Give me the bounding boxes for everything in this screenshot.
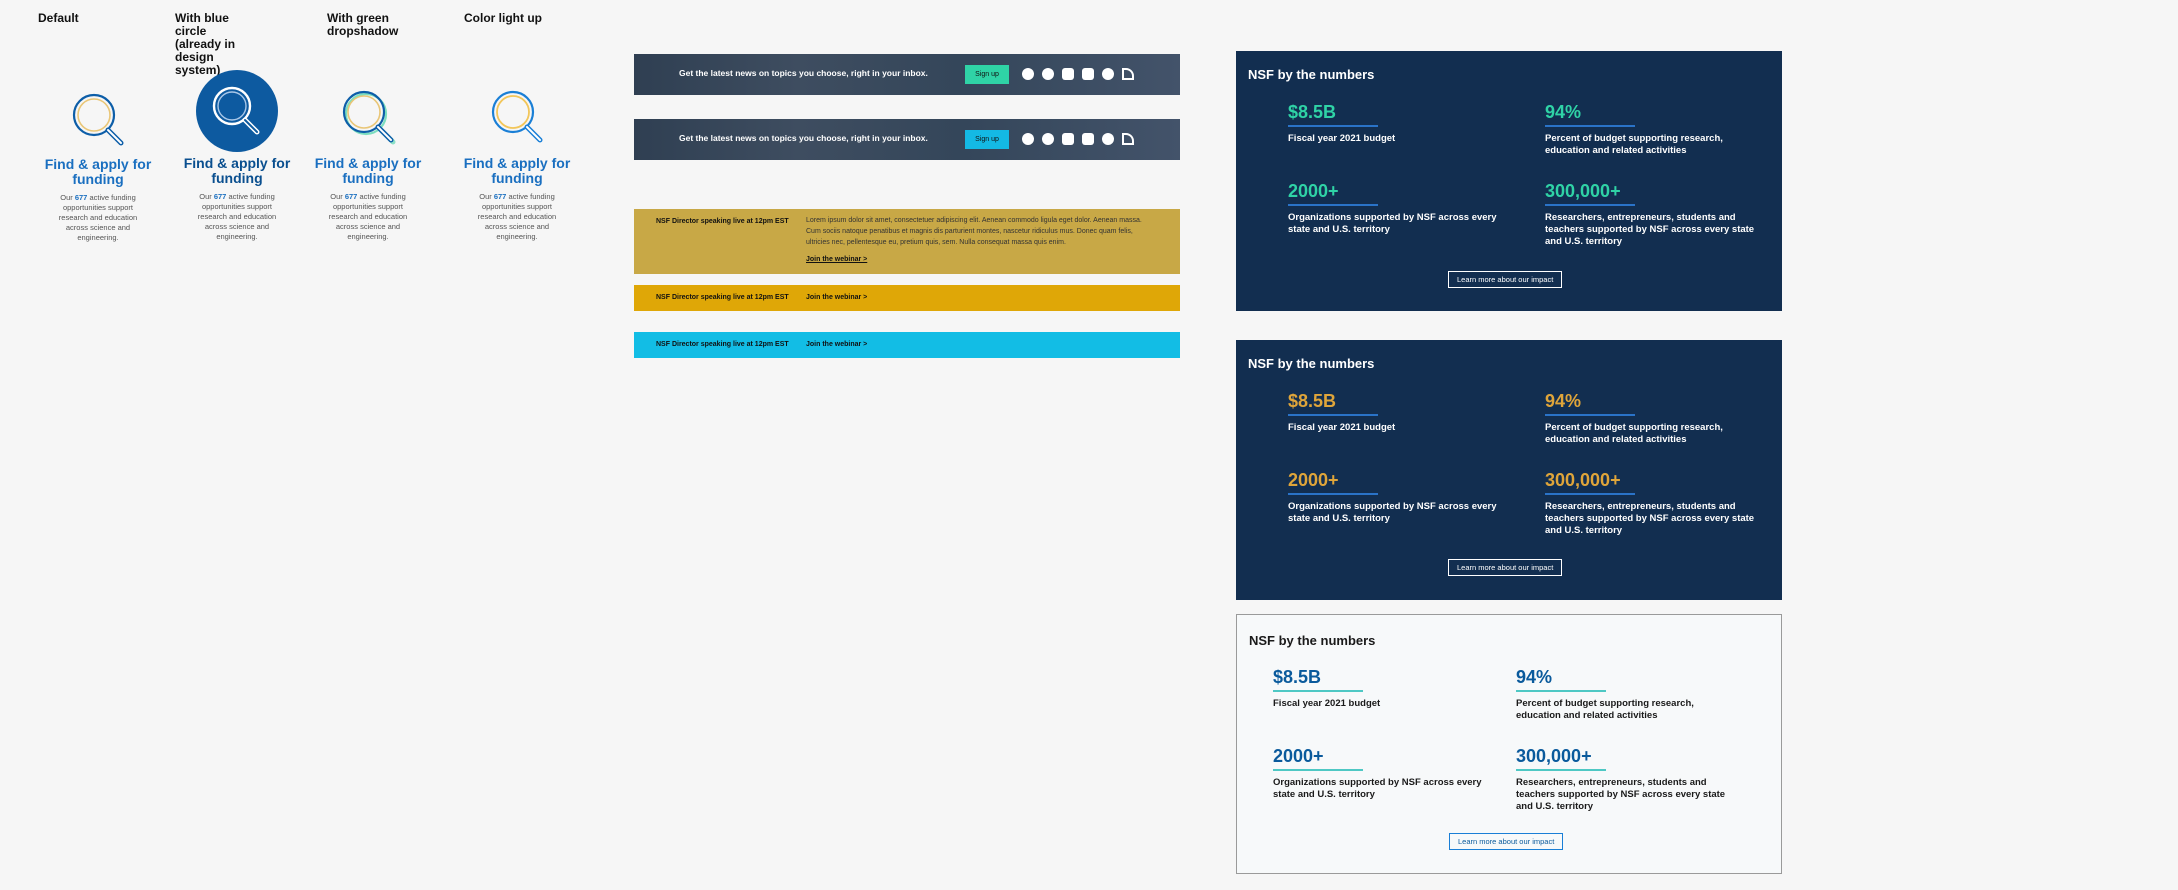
- funding-card-blue-circle[interactable]: Find & apply for funding Our 677 active …: [177, 70, 297, 242]
- newsletter-bar-green: Get the latest news on topics you choose…: [634, 54, 1180, 95]
- stat-budget: $8.5B Fiscal year 2021 budget: [1288, 391, 1396, 433]
- instagram-icon[interactable]: [1062, 133, 1074, 145]
- newsletter-text: Get the latest news on topics you choose…: [679, 68, 928, 78]
- magnifier-icon: [308, 82, 428, 162]
- youtube-icon[interactable]: [1082, 68, 1094, 80]
- stat-organizations: 2000+ Organizations supported by NSF acr…: [1288, 470, 1497, 524]
- panel-title: NSF by the numbers: [1248, 356, 1375, 371]
- stat-organizations: 2000+ Organizations supported by NSF acr…: [1288, 181, 1497, 235]
- learn-more-button[interactable]: Learn more about our impact: [1448, 559, 1563, 576]
- twitter-icon[interactable]: [1042, 68, 1054, 80]
- social-links: [1022, 133, 1134, 145]
- learn-more-button[interactable]: Learn more about our impact: [1448, 271, 1563, 288]
- stat-budget: $8.5B Fiscal year 2021 budget: [1288, 102, 1396, 144]
- facebook-icon[interactable]: [1022, 133, 1034, 145]
- newsletter-bar-blue: Get the latest news on topics you choose…: [634, 119, 1180, 160]
- webinar-banner-cyan: NSF Director speaking live at 12pm EST J…: [634, 332, 1180, 358]
- funding-card-green-dropshadow[interactable]: Find & apply for funding Our 677 active …: [308, 82, 428, 242]
- card-description: Our 677 active funding opportunities sup…: [328, 192, 408, 241]
- signup-button[interactable]: Sign up: [965, 130, 1009, 149]
- variant-heading-default: Default: [38, 11, 79, 25]
- facebook-icon[interactable]: [1022, 68, 1034, 80]
- magnifier-icon: [457, 82, 577, 162]
- webinar-banner-expanded: NSF Director speaking live at 12pm EST L…: [634, 209, 1180, 274]
- funding-card-default[interactable]: Find & apply for funding Our 677 active …: [38, 85, 158, 243]
- learn-more-button[interactable]: Learn more about our impact: [1449, 833, 1564, 850]
- panel-title: NSF by the numbers: [1249, 633, 1376, 648]
- stat-organizations: 2000+ Organizations supported by NSF acr…: [1273, 746, 1482, 800]
- linkedin-icon[interactable]: [1102, 133, 1114, 145]
- youtube-icon[interactable]: [1082, 133, 1094, 145]
- signup-button[interactable]: Sign up: [965, 65, 1009, 84]
- join-webinar-link[interactable]: Join the webinar >: [806, 341, 867, 348]
- stat-budget: $8.5B Fiscal year 2021 budget: [1273, 667, 1381, 709]
- instagram-icon[interactable]: [1062, 68, 1074, 80]
- linkedin-icon[interactable]: [1102, 68, 1114, 80]
- panel-title: NSF by the numbers: [1248, 67, 1375, 82]
- rss-icon[interactable]: [1122, 133, 1134, 145]
- card-description: Our 677 active funding opportunities sup…: [197, 192, 277, 241]
- card-title: Find & apply for funding: [183, 155, 291, 186]
- twitter-icon[interactable]: [1042, 133, 1054, 145]
- magnifier-circle-icon: [177, 70, 297, 156]
- stat-percent: 94% Percent of budget supporting researc…: [1545, 391, 1723, 445]
- stat-researchers: 300,000+ Researchers, entrepreneurs, stu…: [1545, 181, 1755, 247]
- stat-percent: 94% Percent of budget supporting researc…: [1545, 102, 1723, 156]
- join-webinar-link[interactable]: Join the webinar >: [806, 294, 867, 301]
- stats-panel-light: NSF by the numbers $8.5B Fiscal year 202…: [1236, 614, 1782, 874]
- variant-heading-blue-circle: With blue circle (already in design syst…: [175, 11, 236, 77]
- magnifier-icon: [38, 85, 158, 165]
- variant-heading-green-dropshadow: With green dropshadow: [327, 11, 399, 38]
- funding-card-color-light-up[interactable]: Find & apply for funding Our 677 active …: [457, 82, 577, 242]
- stats-panel-green: NSF by the numbers $8.5B Fiscal year 202…: [1236, 51, 1782, 311]
- join-webinar-link[interactable]: Join the webinar >: [806, 256, 867, 263]
- stat-researchers: 300,000+ Researchers, entrepreneurs, stu…: [1516, 746, 1726, 812]
- newsletter-text: Get the latest news on topics you choose…: [679, 133, 928, 143]
- rss-icon[interactable]: [1122, 68, 1134, 80]
- social-links: [1022, 68, 1134, 80]
- stat-percent: 94% Percent of budget supporting researc…: [1516, 667, 1694, 721]
- banner-label: NSF Director speaking live at 12pm EST: [656, 218, 789, 225]
- card-description: Our 677 active funding opportunities sup…: [58, 193, 138, 242]
- variant-heading-color-light-up: Color light up: [464, 11, 542, 25]
- webinar-banner-gold: NSF Director speaking live at 12pm EST J…: [634, 285, 1180, 311]
- stats-panel-gold: NSF by the numbers $8.5B Fiscal year 202…: [1236, 340, 1782, 600]
- card-description: Our 677 active funding opportunities sup…: [477, 192, 557, 241]
- stat-researchers: 300,000+ Researchers, entrepreneurs, stu…: [1545, 470, 1755, 536]
- banner-label: NSF Director speaking live at 12pm EST: [656, 341, 789, 348]
- banner-label: NSF Director speaking live at 12pm EST: [656, 294, 789, 301]
- banner-body: Lorem ipsum dolor sit amet, consectetuer…: [806, 217, 1142, 246]
